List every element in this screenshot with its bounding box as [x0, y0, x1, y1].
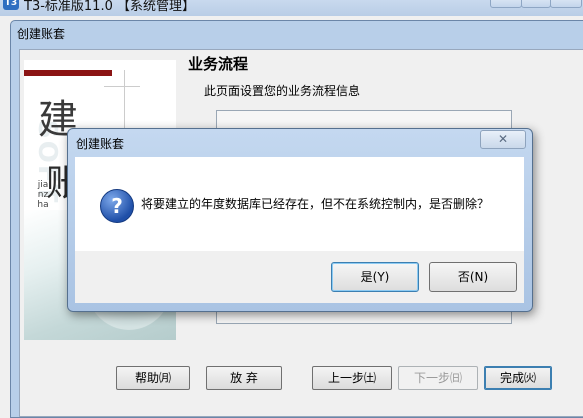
side-divider	[104, 86, 140, 87]
app-titlebar: T3 T3-标准版11.0 【系统管理】	[0, 0, 583, 16]
wizard-title: 创建账套	[17, 27, 66, 41]
maximize-button[interactable]	[521, 0, 551, 8]
close-button[interactable]	[550, 0, 582, 8]
dialog-body: ? 将要建立的年度数据库已经存在，但不在系统控制内，是否删除？	[75, 157, 524, 251]
confirm-dialog: 创建账套 ✕ ? 将要建立的年度数据库已经存在，但不在系统控制内，是否删除？ 是…	[67, 128, 533, 312]
page-title: 业务流程	[188, 55, 249, 73]
finish-button[interactable]: 完成㈫	[484, 366, 552, 390]
dialog-close-button[interactable]: ✕	[480, 130, 526, 149]
page-description: 此页面设置您的业务流程信息	[204, 84, 361, 98]
previous-button[interactable]: 上一步㈯	[312, 366, 392, 390]
dialog-title: 创建账套	[76, 137, 125, 151]
dialog-message: 将要建立的年度数据库已经存在，但不在系统控制内，是否删除？	[141, 197, 490, 211]
app-title: T3-标准版11.0 【系统管理】	[24, 0, 195, 14]
question-icon: ?	[100, 189, 134, 223]
next-button[interactable]: 下一步㈰	[398, 366, 478, 390]
side-accent-bar	[24, 70, 112, 76]
abandon-button[interactable]: 放 弃	[206, 366, 282, 390]
minimize-button[interactable]	[490, 0, 522, 8]
yes-button[interactable]: 是(Y)	[331, 262, 419, 292]
no-button[interactable]: 否(N)	[429, 262, 517, 292]
app-logo-icon: T3	[3, 0, 19, 10]
help-button[interactable]: 帮助㈪	[116, 366, 190, 390]
